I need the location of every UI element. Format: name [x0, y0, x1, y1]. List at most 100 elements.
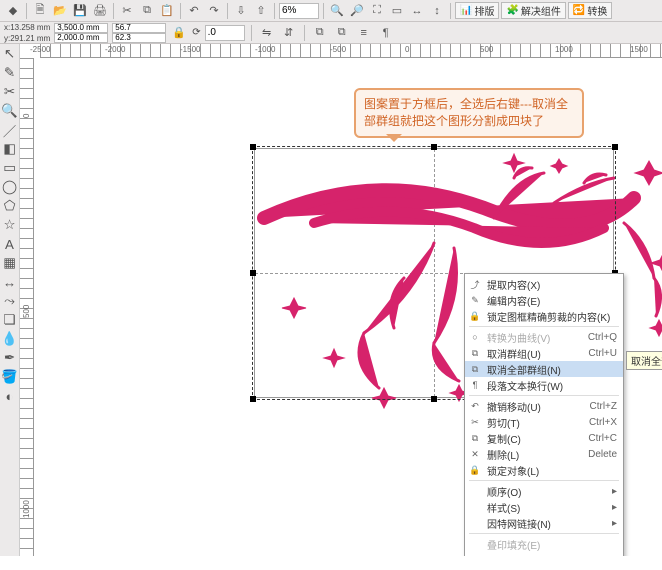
ctx-icon: ⤴	[468, 277, 482, 291]
ctx-icon: ✎	[468, 293, 482, 307]
fill-tool[interactable]: 🪣	[2, 369, 18, 385]
app-icon: ◆	[4, 2, 22, 20]
zoom-tool[interactable]: 🔍	[2, 103, 18, 119]
ctx-icon: ✕	[468, 447, 482, 461]
ctx-item[interactable]: 因特网链接(N)▸	[465, 515, 623, 531]
crop-tool[interactable]: ✂	[2, 84, 18, 100]
ruler-tick: 1500	[630, 45, 648, 54]
ctx-item[interactable]: ✎ 编辑内容(E)	[465, 292, 623, 308]
print-btn[interactable]: 🖨	[91, 2, 109, 20]
convert-btn[interactable]: 🔁转换	[568, 2, 612, 19]
import-btn[interactable]: ⇩	[232, 2, 250, 20]
cut-btn[interactable]: ✂	[118, 2, 136, 20]
ctx-item[interactable]: ¶段落文本换行(W)	[465, 377, 623, 393]
zoom-out-btn[interactable]: 🔎	[348, 2, 366, 20]
outline-tool[interactable]: ✒	[2, 350, 18, 366]
ctx-icon: ⧉	[468, 431, 482, 445]
ctx-icon: ⧉	[468, 362, 482, 376]
open-btn[interactable]: 📂	[51, 2, 69, 20]
ctx-item[interactable]: 🔒锁定对象(L)	[465, 462, 623, 478]
rotate-icon: ⟳	[192, 27, 200, 38]
main-toolbar: ◆ 🗎 📂 💾 🖨 ✂ ⧉ 📋 ↶ ↷ ⇩ ⇧ 🔍 🔎 ⛶ ▭ ↔ ↕ 📊排版 …	[0, 0, 662, 22]
ctx-icon: ⧉	[468, 346, 482, 360]
ungroup-all-btn[interactable]: ⧉	[333, 24, 351, 42]
copy-btn[interactable]: ⧉	[138, 2, 156, 20]
ctx-item[interactable]: ↶撤销移动(U)Ctrl+Z	[465, 398, 623, 414]
fit-width-btn[interactable]: ↔	[408, 2, 426, 20]
eyedropper-tool[interactable]: 💧	[2, 331, 18, 347]
ctx-item[interactable]: ✂剪切(T)Ctrl+X	[465, 414, 623, 430]
shapes-tool[interactable]: ☆	[2, 217, 18, 233]
align-btn[interactable]: ≡	[355, 24, 373, 42]
ctx-label: 叠印填充(E)	[487, 537, 540, 552]
ruler-tick: -1000	[255, 45, 275, 54]
ruler-tick: -500	[330, 45, 346, 54]
fit-height-btn[interactable]: ↕	[428, 2, 446, 20]
y-value: 291.21 mm	[10, 34, 50, 43]
plugins-btn[interactable]: 🧩解决组件	[501, 2, 565, 19]
scale-x-field[interactable]	[112, 23, 166, 33]
tooltip: 取消全部群组	[626, 351, 662, 370]
toolbox: ↖ ✎ ✂ 🔍 ／ ◧ ▭ ◯ ⬠ ☆ A ▦ ↔ ⤳ ❏ 💧 ✒ 🪣 ◐	[0, 44, 20, 556]
fit-page-btn[interactable]: ▭	[388, 2, 406, 20]
rotate-field[interactable]	[205, 25, 245, 41]
ctx-label: 编辑内容(E)	[487, 293, 540, 308]
dimension-tool[interactable]: ↔	[2, 274, 18, 290]
ctx-item[interactable]: ⧉ 取消群组(U) Ctrl+U	[465, 345, 623, 361]
text-tool[interactable]: A	[2, 236, 18, 252]
ctx-label: 锁定图框精确剪裁的内容(K)	[487, 309, 610, 324]
ctx-item[interactable]: ✕删除(L)Delete	[465, 446, 623, 462]
smartfill-tool[interactable]: ◧	[2, 141, 18, 157]
ctx-label: 取消群组(U)	[487, 346, 541, 361]
ctx-item[interactable]: ⤴提取内容(X)	[465, 276, 623, 292]
ctx-label: 转换为曲线(V)	[487, 330, 550, 345]
ctx-item[interactable]: 样式(S)▸	[465, 499, 623, 515]
height-field[interactable]	[54, 33, 108, 43]
ctx-item: ○转换为曲线(V)Ctrl+Q	[465, 329, 623, 345]
width-field[interactable]	[54, 23, 108, 33]
rectangle-tool[interactable]: ▭	[2, 160, 18, 176]
undo-btn[interactable]: ↶	[185, 2, 203, 20]
ctx-label: 复制(C)	[487, 431, 521, 446]
shape-tool[interactable]: ✎	[2, 65, 18, 81]
ctx-shortcut: Ctrl+U	[588, 348, 617, 359]
ellipse-tool[interactable]: ◯	[2, 179, 18, 195]
ctx-item[interactable]: ⧉复制(C)Ctrl+C	[465, 430, 623, 446]
fit-sel-btn[interactable]: ⛶	[368, 2, 386, 20]
ctx-item[interactable]: 🔒锁定图框精确剪裁的内容(K)	[465, 308, 623, 324]
save-btn[interactable]: 💾	[71, 2, 89, 20]
redo-btn[interactable]: ↷	[205, 2, 223, 20]
ctx-item[interactable]: ⧉取消全部群组(N)	[465, 361, 623, 377]
ruler-tick: 0	[405, 45, 409, 54]
export-btn[interactable]: ⇧	[252, 2, 270, 20]
ctx-item: 叠印填充(E)	[465, 536, 623, 552]
new-btn[interactable]: 🗎	[31, 2, 49, 20]
scale-y-field[interactable]	[112, 33, 166, 43]
blend-tool[interactable]: ❏	[2, 312, 18, 328]
pick-tool[interactable]: ↖	[2, 46, 18, 62]
submenu-arrow-icon: ▸	[612, 486, 617, 497]
ctx-item[interactable]: 顺序(O)▸	[465, 483, 623, 499]
layout-btn[interactable]: 📊排版	[455, 2, 499, 19]
mirror-v-btn[interactable]: ⇵	[280, 24, 298, 42]
connector-tool[interactable]: ⤳	[2, 293, 18, 309]
ruler-tick: 0	[22, 114, 31, 118]
polygon-tool[interactable]: ⬠	[2, 198, 18, 214]
table-tool[interactable]: ▦	[2, 255, 18, 271]
freehand-tool[interactable]: ／	[2, 122, 18, 138]
wrap-btn[interactable]: ¶	[377, 24, 395, 42]
ctx-icon: 🔒	[468, 463, 482, 477]
mirror-h-btn[interactable]: ⇋	[258, 24, 276, 42]
canvas[interactable]: 图案置于方框后，全选后右键---取消全部群组就把这个图形分割成四块了	[34, 58, 662, 556]
ctx-icon: ○	[468, 330, 482, 344]
zoom-in-btn[interactable]: 🔍	[328, 2, 346, 20]
zoom-field[interactable]	[279, 3, 319, 19]
ctx-item[interactable]: 叠印轮廓(O)	[465, 552, 623, 556]
ruler-vertical: 05001000	[20, 58, 34, 556]
interactive-fill-tool[interactable]: ◐	[2, 388, 18, 404]
lock-ratio-btn[interactable]: 🔒	[170, 24, 188, 42]
ctx-label: 撤销移动(U)	[487, 399, 541, 414]
paste-btn[interactable]: 📋	[158, 2, 176, 20]
submenu-arrow-icon: ▸	[612, 502, 617, 513]
ungroup-btn[interactable]: ⧉	[311, 24, 329, 42]
